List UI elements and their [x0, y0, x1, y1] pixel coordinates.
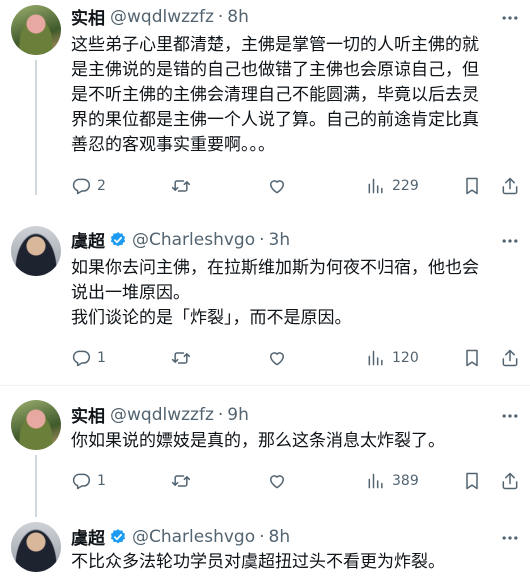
share-button[interactable] — [500, 176, 520, 196]
retweet-button[interactable] — [171, 471, 191, 491]
views-icon — [366, 176, 386, 196]
text-line: 说出一堆原因。 — [71, 283, 190, 303]
reply-icon — [71, 176, 91, 196]
views-count: 120 — [392, 350, 419, 366]
retweet-button[interactable] — [171, 176, 191, 196]
text-line: 如果你去问主佛，在拉斯维加斯为何夜不归宿，他也会 — [71, 258, 479, 278]
views-count: 389 — [392, 473, 419, 489]
reply-icon — [71, 348, 91, 368]
tweet-header: 实相 @wqdlwzzfz · 9h — [71, 402, 249, 428]
timestamp[interactable]: 8h — [269, 527, 291, 547]
like-icon — [267, 176, 287, 196]
more-icon[interactable] — [500, 528, 520, 548]
share-icon — [500, 176, 520, 196]
reply-icon — [71, 471, 91, 491]
separator-dot: · — [259, 229, 265, 250]
more-icon[interactable] — [500, 406, 520, 426]
text-line: 这些弟子心里都清楚，主佛是掌管一切的人听主佛的就 — [71, 35, 479, 55]
tweet-text: 这些弟子心里都清楚，主佛是掌管一切的人听主佛的就 是主佛说的是错的自己也做错了主… — [71, 33, 523, 158]
display-name[interactable]: 实相 — [71, 4, 105, 29]
tweet-text: 你如果说的嫖妓是真的，那么这条消息太炸裂了。 — [71, 429, 523, 454]
text-line: 不比众多法轮功学员对虞超扭过头不看更为炸裂。 — [71, 552, 445, 572]
separator-dot: · — [217, 6, 224, 27]
display-name[interactable]: 实相 — [71, 402, 105, 427]
tweet-header: 实相 @wqdlwzzfz · 8h — [71, 4, 249, 30]
tweet-text: 如果你去问主佛，在拉斯维加斯为何夜不归宿，他也会 说出一堆原因。 我们谈论的是「… — [71, 256, 523, 331]
thread-connector — [35, 60, 37, 195]
separator-dot: · — [259, 526, 265, 547]
tweet-text: 不比众多法轮功学员对虞超扭过头不看更为炸裂。 — [71, 550, 523, 575]
like-icon — [267, 471, 287, 491]
views-count: 229 — [392, 178, 419, 194]
share-icon — [500, 471, 520, 491]
reply-count: 1 — [97, 473, 106, 489]
tweet-header: 虞超 @Charleshvgo · 8h — [71, 524, 291, 550]
text-line: 界的果位都是主佛一个人说了算。自己的前途肯定比真 — [71, 110, 479, 130]
user-handle[interactable]: @Charleshvgo — [132, 230, 255, 250]
share-icon — [500, 348, 520, 368]
separator-dot: · — [217, 404, 224, 425]
divider — [0, 385, 530, 386]
like-button[interactable] — [267, 176, 287, 196]
timestamp[interactable]: 8h — [227, 7, 249, 27]
avatar[interactable] — [11, 5, 61, 55]
display-name[interactable]: 虞超 — [71, 227, 105, 252]
share-button[interactable] — [500, 471, 520, 491]
verified-badge-icon — [109, 231, 127, 249]
action-bar: 1 120 — [71, 348, 526, 370]
views-button[interactable]: 229 — [366, 176, 419, 196]
timestamp[interactable]: 9h — [227, 405, 249, 425]
bookmark-icon — [462, 348, 482, 368]
text-line: 是主佛说的是错的自己也做错了主佛也会原谅自己，但 — [71, 60, 479, 80]
retweet-icon — [171, 471, 191, 491]
share-button[interactable] — [500, 348, 520, 368]
like-button[interactable] — [267, 348, 287, 368]
avatar[interactable] — [11, 400, 61, 450]
bookmark-button[interactable] — [462, 471, 482, 491]
retweet-button[interactable] — [171, 348, 191, 368]
views-button[interactable]: 120 — [366, 348, 419, 368]
thread-connector — [35, 455, 37, 517]
action-bar: 2 229 — [71, 176, 526, 198]
reply-button[interactable]: 2 — [71, 176, 106, 196]
views-button[interactable]: 389 — [366, 471, 419, 491]
retweet-icon — [171, 176, 191, 196]
tweet-header: 虞超 @Charleshvgo · 3h — [71, 227, 291, 253]
bookmark-icon — [462, 176, 482, 196]
text-line: 是不听主佛的主佛会清理自己不能圆满，毕竟以后去灵 — [71, 85, 479, 105]
text-line: 你如果说的嫖妓是真的，那么这条消息太炸裂了。 — [71, 431, 445, 451]
reply-button[interactable]: 1 — [71, 471, 106, 491]
reply-count: 2 — [97, 178, 106, 194]
display-name[interactable]: 虞超 — [71, 524, 105, 549]
avatar[interactable] — [11, 522, 61, 572]
bookmark-button[interactable] — [462, 176, 482, 196]
text-line: 善忍的客观事实重要啊。。。 — [71, 135, 275, 155]
user-handle[interactable]: @Charleshvgo — [132, 527, 255, 547]
more-icon[interactable] — [500, 8, 520, 28]
reply-count: 1 — [97, 350, 106, 366]
user-handle[interactable]: @wqdlwzzfz — [110, 7, 214, 27]
action-bar: 1 389 — [71, 471, 526, 493]
bookmark-icon — [462, 471, 482, 491]
avatar[interactable] — [11, 226, 61, 276]
text-line: 我们谈论的是「炸裂」，而不是原因。 — [71, 308, 352, 328]
reply-button[interactable]: 1 — [71, 348, 106, 368]
like-icon — [267, 348, 287, 368]
user-handle[interactable]: @wqdlwzzfz — [110, 405, 214, 425]
verified-badge-icon — [109, 528, 127, 546]
more-icon[interactable] — [500, 231, 520, 251]
timestamp[interactable]: 3h — [269, 230, 291, 250]
bookmark-button[interactable] — [462, 348, 482, 368]
retweet-icon — [171, 348, 191, 368]
views-icon — [366, 348, 386, 368]
like-button[interactable] — [267, 471, 287, 491]
views-icon — [366, 471, 386, 491]
